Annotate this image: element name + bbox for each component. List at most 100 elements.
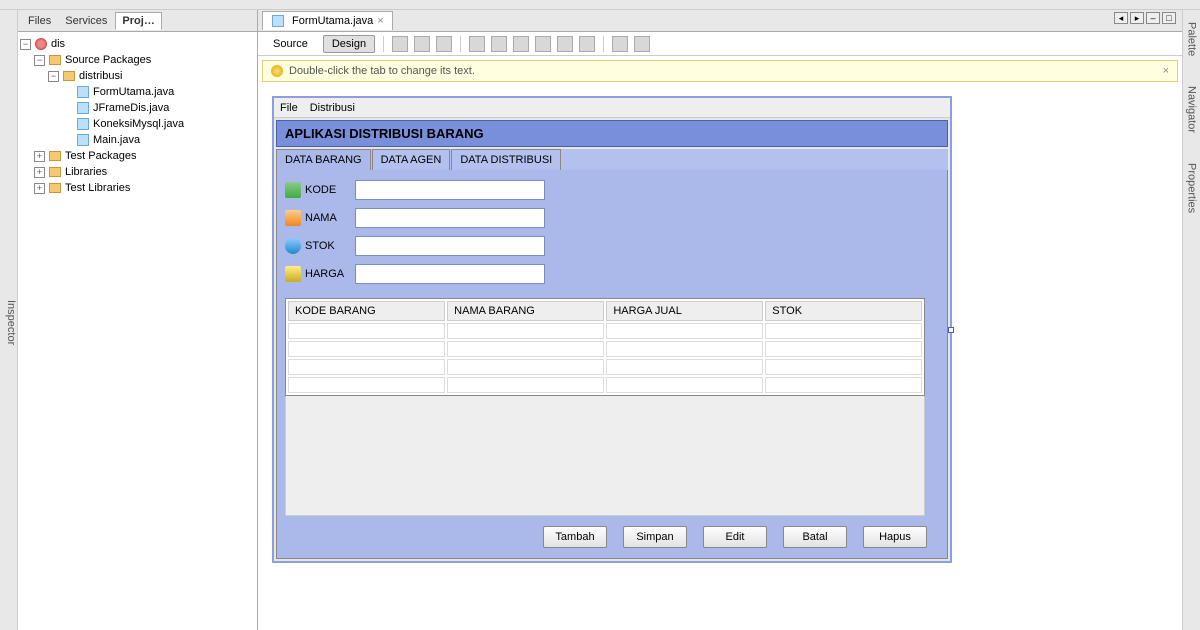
- tab-services[interactable]: Services: [59, 13, 113, 29]
- properties-tab[interactable]: Properties: [1186, 163, 1198, 213]
- class-icon: [272, 15, 284, 27]
- window-prev-icon[interactable]: ◂: [1114, 12, 1128, 24]
- nama-icon: [285, 210, 301, 226]
- resize-handle-icon[interactable]: [948, 327, 954, 333]
- align-bottom-icon[interactable]: [579, 36, 595, 52]
- window-max-icon[interactable]: □: [1162, 12, 1176, 24]
- source-mode-button[interactable]: Source: [264, 35, 317, 53]
- package-icon: [63, 71, 75, 81]
- connection-tool-icon[interactable]: [414, 36, 430, 52]
- class-icon: [77, 134, 89, 146]
- align-right-icon[interactable]: [513, 36, 529, 52]
- tab-data-distribusi[interactable]: DATA DISTRIBUSI: [451, 149, 561, 170]
- edit-button[interactable]: Edit: [703, 526, 767, 548]
- kode-label: KODE: [305, 184, 355, 196]
- table-viewport: [285, 396, 925, 516]
- table-row[interactable]: [288, 359, 922, 375]
- designer-canvas[interactable]: File Distribusi APLIKASI DISTRIBUSI BARA…: [258, 82, 1182, 630]
- designer-toolbar: Source Design: [258, 32, 1182, 56]
- hapus-button[interactable]: Hapus: [863, 526, 927, 548]
- tree-file[interactable]: FormUtama.java: [93, 86, 174, 98]
- preview-icon[interactable]: [436, 36, 452, 52]
- col-kode-barang[interactable]: KODE BARANG: [288, 301, 445, 321]
- tree-project[interactable]: dis: [51, 38, 65, 50]
- window-next-icon[interactable]: ▸: [1130, 12, 1144, 24]
- window-min-icon[interactable]: –: [1146, 12, 1160, 24]
- libraries-icon: [49, 167, 61, 177]
- class-icon: [77, 118, 89, 130]
- tambah-button[interactable]: Tambah: [543, 526, 607, 548]
- nama-label: NAMA: [305, 212, 355, 224]
- tree-src-packages[interactable]: Source Packages: [65, 54, 151, 66]
- tree-file[interactable]: KoneksiMysql.java: [93, 118, 184, 130]
- tab-files[interactable]: Files: [22, 13, 57, 29]
- package-icon: [49, 151, 61, 161]
- tree-toggle[interactable]: −: [20, 39, 31, 50]
- harga-input[interactable]: [355, 264, 545, 284]
- project-tree[interactable]: −dis −Source Packages −distribusi FormUt…: [18, 32, 257, 200]
- tree-toggle[interactable]: −: [34, 55, 45, 66]
- bulb-icon: [271, 65, 283, 77]
- stok-icon: [285, 238, 301, 254]
- package-icon: [49, 55, 61, 65]
- stok-input[interactable]: [355, 236, 545, 256]
- align-center-icon[interactable]: [491, 36, 507, 52]
- design-mode-button[interactable]: Design: [323, 35, 375, 53]
- tree-toggle[interactable]: +: [34, 183, 45, 194]
- tree-test-packages[interactable]: Test Packages: [65, 150, 137, 162]
- class-icon: [77, 86, 89, 98]
- menu-distribusi[interactable]: Distribusi: [310, 102, 355, 114]
- tab-data-barang[interactable]: DATA BARANG: [276, 149, 371, 170]
- same-height-icon[interactable]: [634, 36, 650, 52]
- menu-file[interactable]: File: [280, 102, 298, 114]
- tree-file[interactable]: JFrameDis.java: [93, 102, 169, 114]
- tree-toggle[interactable]: +: [34, 151, 45, 162]
- col-stok[interactable]: STOK: [765, 301, 922, 321]
- same-width-icon[interactable]: [612, 36, 628, 52]
- form-window[interactable]: File Distribusi APLIKASI DISTRIBUSI BARA…: [272, 96, 952, 563]
- tab-data-agen[interactable]: DATA AGEN: [372, 149, 451, 170]
- navigator-tab[interactable]: Navigator: [1186, 86, 1198, 133]
- simpan-button[interactable]: Simpan: [623, 526, 687, 548]
- nama-input[interactable]: [355, 208, 545, 228]
- kode-input[interactable]: [355, 180, 545, 200]
- palette-tab[interactable]: Palette: [1186, 22, 1198, 56]
- batal-button[interactable]: Batal: [783, 526, 847, 548]
- align-top-icon[interactable]: [535, 36, 551, 52]
- hint-bar: Double-click the tab to change its text.…: [262, 60, 1178, 82]
- harga-label: HARGA: [305, 268, 355, 280]
- close-icon[interactable]: ×: [377, 15, 383, 27]
- tree-toggle[interactable]: −: [48, 71, 59, 82]
- col-harga-jual[interactable]: HARGA JUAL: [606, 301, 763, 321]
- tree-package[interactable]: distribusi: [79, 70, 122, 82]
- data-table[interactable]: KODE BARANG NAMA BARANG HARGA JUAL STOK: [285, 298, 925, 396]
- right-rail: Palette Navigator Properties: [1182, 10, 1200, 630]
- form-title[interactable]: APLIKASI DISTRIBUSI BARANG: [276, 120, 948, 147]
- libraries-icon: [49, 183, 61, 193]
- class-icon: [77, 102, 89, 114]
- tab-projects[interactable]: Proj…: [115, 12, 161, 30]
- table-row[interactable]: [288, 377, 922, 393]
- kode-icon: [285, 182, 301, 198]
- editor-area: FormUtama.java × ◂ ▸ – □ Source Design: [258, 10, 1182, 630]
- tree-file[interactable]: Main.java: [93, 134, 140, 146]
- inspector-rail[interactable]: Inspector: [0, 10, 18, 630]
- harga-icon: [285, 266, 301, 282]
- tree-test-libraries[interactable]: Test Libraries: [65, 182, 130, 194]
- editor-tab-formutama[interactable]: FormUtama.java ×: [262, 11, 393, 30]
- col-nama-barang[interactable]: NAMA BARANG: [447, 301, 604, 321]
- close-hint-icon[interactable]: ×: [1163, 65, 1169, 77]
- tree-toggle[interactable]: +: [34, 167, 45, 178]
- selection-tool-icon[interactable]: [392, 36, 408, 52]
- form-menubar: File Distribusi: [274, 98, 950, 118]
- tree-libraries[interactable]: Libraries: [65, 166, 107, 178]
- project-icon: [35, 38, 47, 50]
- align-left-icon[interactable]: [469, 36, 485, 52]
- form-body: KODE NAMA STOK HARGA: [276, 170, 948, 559]
- editor-tab-label: FormUtama.java: [292, 15, 373, 27]
- hint-text: Double-click the tab to change its text.: [289, 65, 475, 77]
- stok-label: STOK: [305, 240, 355, 252]
- align-middle-icon[interactable]: [557, 36, 573, 52]
- table-row[interactable]: [288, 341, 922, 357]
- table-row[interactable]: [288, 323, 922, 339]
